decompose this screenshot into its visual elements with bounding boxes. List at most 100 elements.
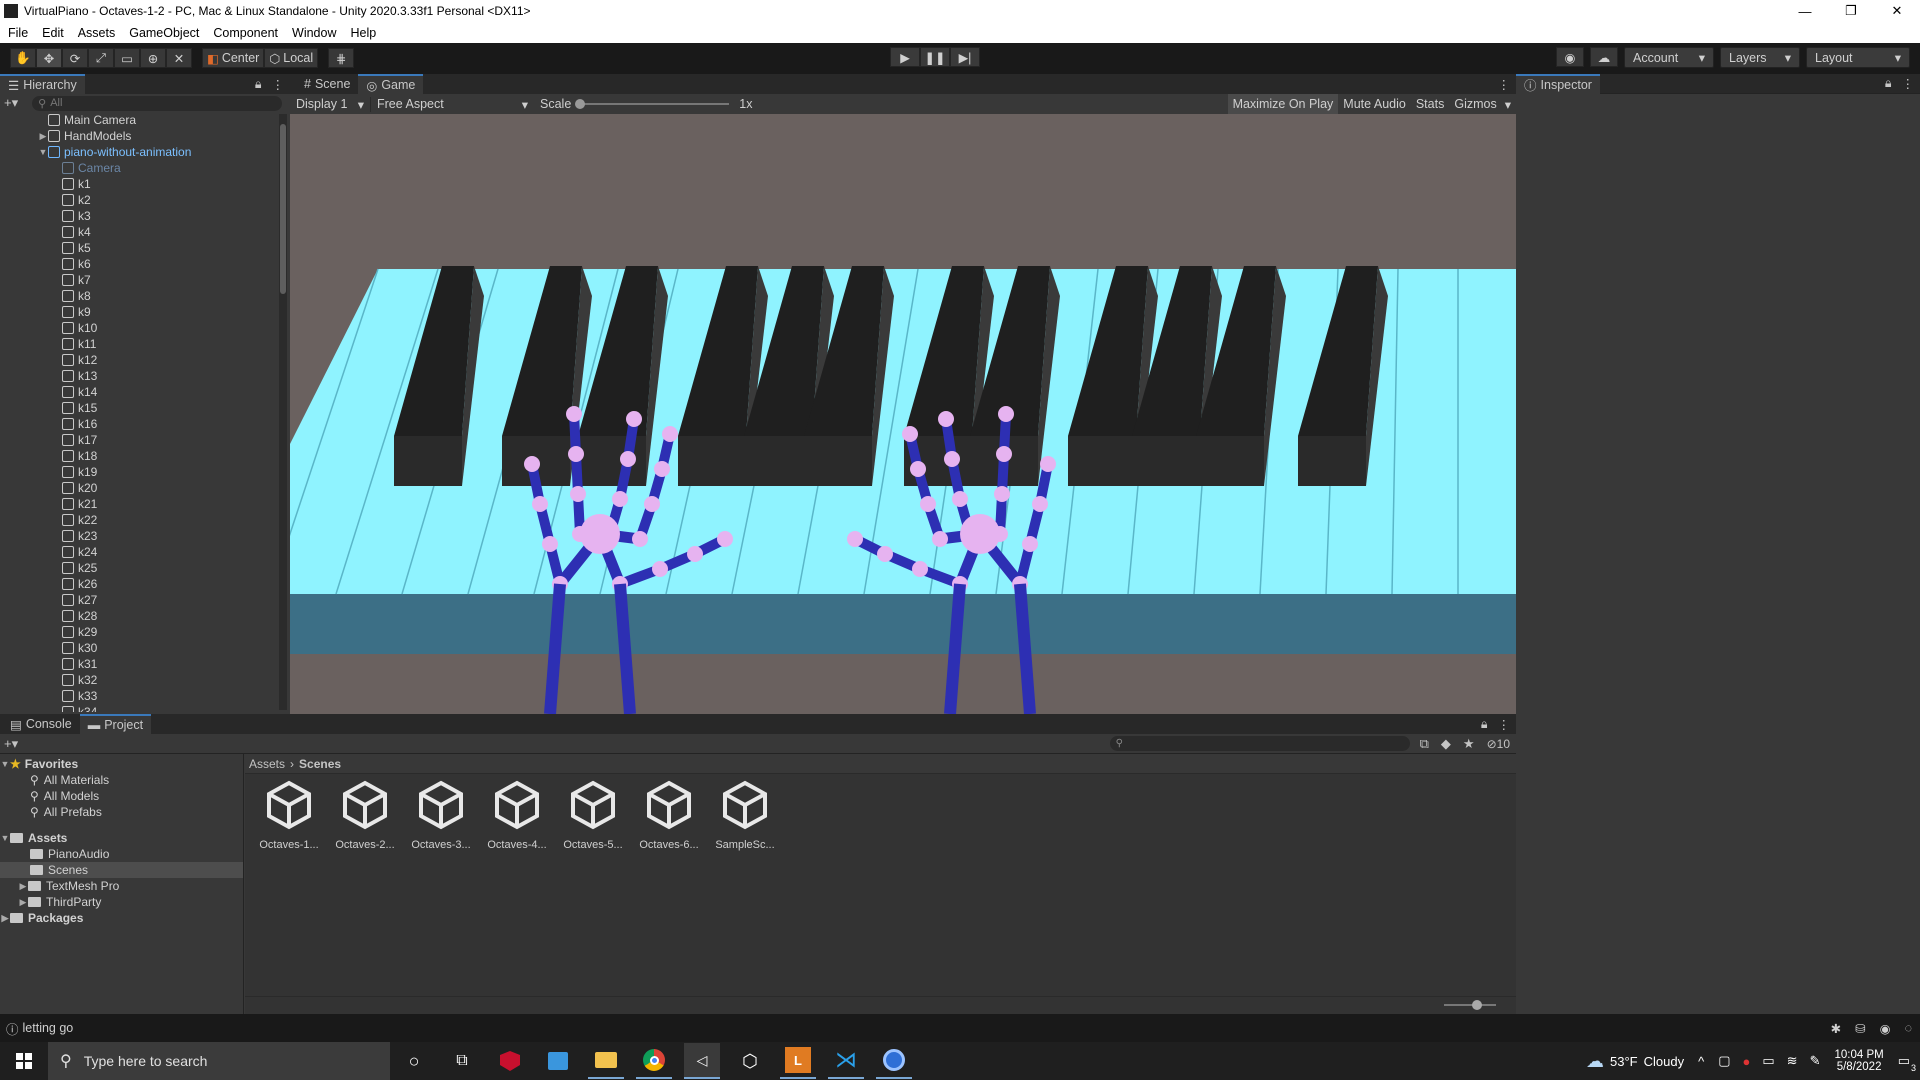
hierarchy-item[interactable]: k6	[0, 256, 278, 272]
account-dropdown[interactable]: Account ▾	[1624, 47, 1714, 68]
scene-asset[interactable]: Octaves-2...	[327, 780, 403, 851]
scene-asset[interactable]: SampleSc...	[707, 780, 783, 851]
hierarchy-item[interactable]: k3	[0, 208, 278, 224]
display-dropdown[interactable]: Display 1 ▾	[290, 97, 370, 112]
hierarchy-item[interactable]: k13	[0, 368, 278, 384]
app-blue-icon[interactable]	[876, 1043, 912, 1079]
scale-tool-icon[interactable]: ⤢	[88, 48, 114, 68]
hierarchy-item[interactable]: k19	[0, 464, 278, 480]
hierarchy-item[interactable]: k30	[0, 640, 278, 656]
hierarchy-item[interactable]: k15	[0, 400, 278, 416]
cache-server-icon[interactable]: ⛁	[1855, 1021, 1865, 1036]
favorite-all-models[interactable]: ⚲ All Models	[0, 788, 243, 804]
menu-edit[interactable]: Edit	[42, 26, 64, 40]
favorite-all-materials[interactable]: ⚲ All Materials	[0, 772, 243, 788]
hierarchy-item[interactable]: k16	[0, 416, 278, 432]
hierarchy-item[interactable]: k8	[0, 288, 278, 304]
hierarchy-item[interactable]: k1	[0, 176, 278, 192]
kebab-menu-icon[interactable]: ⋮	[1498, 77, 1511, 92]
hierarchy-item[interactable]: k14	[0, 384, 278, 400]
cortana-icon[interactable]: ○	[396, 1043, 432, 1079]
expand-arrow-icon[interactable]: ▼	[0, 759, 10, 769]
expand-arrow-icon[interactable]: ▼	[0, 833, 10, 843]
hierarchy-item[interactable]: k23	[0, 528, 278, 544]
hierarchy-item[interactable]: ▶ HandModels	[0, 128, 278, 144]
filter-type-icon[interactable]: ⧉	[1420, 736, 1429, 752]
auto-generate-icon[interactable]: ◌	[1905, 1021, 1912, 1036]
hierarchy-scrollbar[interactable]	[279, 114, 287, 710]
hidden-packages-icon[interactable]: ⊘10	[1487, 737, 1510, 751]
packages-header[interactable]: ▶ Packages	[0, 910, 243, 926]
hierarchy-item[interactable]: k31	[0, 656, 278, 672]
hierarchy-item[interactable]: k12	[0, 352, 278, 368]
hierarchy-item[interactable]: k20	[0, 480, 278, 496]
scene-asset[interactable]: Octaves-3...	[403, 780, 479, 851]
expand-arrow-icon[interactable]: ▶	[0, 913, 10, 924]
menu-component[interactable]: Component	[213, 26, 278, 40]
expand-arrow-icon[interactable]: ▶	[18, 897, 28, 908]
step-button[interactable]: ▶|	[950, 47, 980, 67]
grid-snap-icon[interactable]: ⋕	[328, 48, 355, 68]
hierarchy-item[interactable]: k5	[0, 240, 278, 256]
hierarchy-item[interactable]: k11	[0, 336, 278, 352]
hierarchy-item[interactable]: k28	[0, 608, 278, 624]
kebab-menu-icon[interactable]: ⋮	[1902, 76, 1915, 91]
favorites-header[interactable]: ▼ ★ Favorites	[0, 756, 243, 772]
hierarchy-item[interactable]: k2	[0, 192, 278, 208]
breadcrumb-scenes[interactable]: Scenes	[299, 757, 341, 771]
hand-tool-icon[interactable]: ✋	[10, 48, 36, 68]
scene-asset[interactable]: Octaves-6...	[631, 780, 707, 851]
play-button[interactable]: ▶	[890, 47, 920, 67]
launcher-l-icon[interactable]: L	[780, 1043, 816, 1079]
project-search-input[interactable]: ⚲	[1109, 736, 1410, 751]
hierarchy-item[interactable]: k18	[0, 448, 278, 464]
cloud-weather-icon[interactable]: ☁	[1586, 1051, 1604, 1072]
filter-label-icon[interactable]: ◆	[1441, 736, 1451, 752]
mcafee-icon[interactable]	[492, 1043, 528, 1079]
pause-button[interactable]: ❚❚	[920, 47, 950, 67]
slider-handle[interactable]	[575, 99, 586, 109]
folder-thirdparty[interactable]: ▶ ThirdParty	[0, 894, 243, 910]
expand-arrow-icon[interactable]: ▼	[38, 147, 48, 157]
task-view-icon[interactable]: ⧉	[444, 1043, 480, 1079]
hierarchy-item[interactable]: k27	[0, 592, 278, 608]
pen-icon[interactable]: ✎	[1810, 1053, 1821, 1069]
tab-scene[interactable]: # Scene	[296, 74, 359, 94]
tab-game[interactable]: ◎ Game	[358, 74, 424, 94]
windows-start-icon[interactable]	[6, 1043, 42, 1079]
meet-now-icon[interactable]: ▢	[1718, 1053, 1730, 1069]
maximize-icon[interactable]: ❐	[1828, 0, 1874, 22]
tab-console[interactable]: ▤ Console	[2, 714, 80, 734]
lock-icon[interactable]: 🔒︎	[1885, 76, 1892, 91]
scene-asset[interactable]: Octaves-5...	[555, 780, 631, 851]
layers-dropdown[interactable]: Layers ▾	[1720, 47, 1800, 68]
lock-icon[interactable]: 🔒︎	[255, 77, 262, 92]
weather-temp[interactable]: 53°F	[1610, 1054, 1638, 1069]
scale-slider[interactable]	[575, 99, 730, 109]
folder-pianoaudio[interactable]: PianoAudio	[0, 846, 243, 862]
hierarchy-item[interactable]: Camera	[0, 160, 278, 176]
game-viewport[interactable]	[290, 114, 1516, 714]
menu-assets[interactable]: Assets	[78, 26, 116, 40]
move-tool-icon[interactable]: ✥	[36, 48, 62, 68]
menu-file[interactable]: File	[8, 26, 28, 40]
favorite-all-prefabs[interactable]: ⚲ All Prefabs	[0, 804, 243, 820]
hierarchy-item[interactable]: k29	[0, 624, 278, 640]
hierarchy-item[interactable]: k7	[0, 272, 278, 288]
mute-audio-toggle[interactable]: Mute Audio	[1338, 94, 1411, 114]
add-icon[interactable]: +▾	[4, 736, 18, 752]
tab-project[interactable]: ▬ Project	[79, 714, 152, 734]
tab-inspector[interactable]: ⓘ Inspector	[1516, 73, 1600, 94]
menu-window[interactable]: Window	[292, 26, 336, 40]
assets-header[interactable]: ▼ Assets	[0, 830, 243, 846]
unity-icon[interactable]: ◁	[684, 1043, 720, 1079]
chrome-icon[interactable]	[636, 1043, 672, 1079]
breadcrumb-assets[interactable]: Assets	[249, 757, 285, 771]
debug-icon[interactable]: ✱	[1831, 1021, 1841, 1036]
hierarchy-item[interactable]: k10	[0, 320, 278, 336]
scene-asset[interactable]: Octaves-1...	[251, 780, 327, 851]
minimize-icon[interactable]: —	[1782, 0, 1828, 22]
gizmos-dropdown[interactable]: Gizmos ▾	[1449, 94, 1516, 114]
menu-help[interactable]: Help	[350, 26, 376, 40]
hierarchy-item[interactable]: k34	[0, 704, 278, 712]
